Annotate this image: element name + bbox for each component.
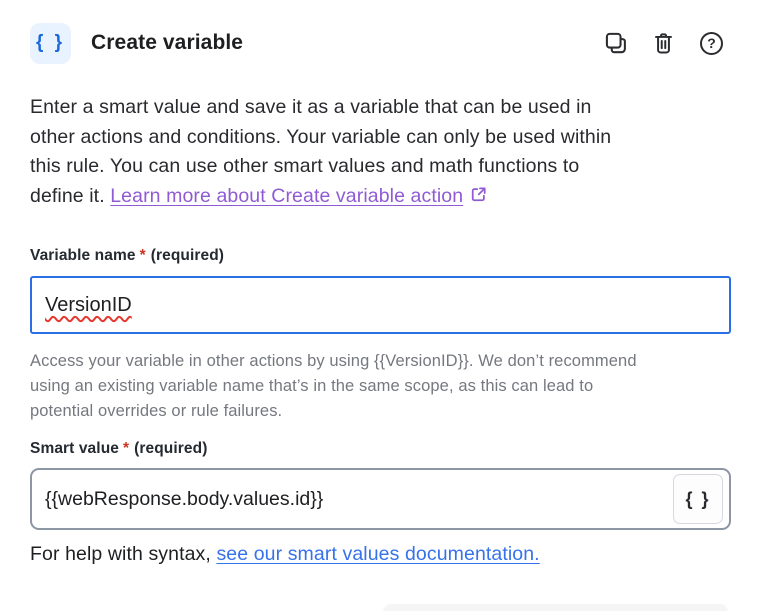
- help-button[interactable]: ?: [698, 30, 725, 57]
- delete-button[interactable]: [650, 30, 677, 57]
- smart-value-label: Smart value* (required): [30, 440, 207, 458]
- variable-name-label-text: Variable name: [30, 247, 136, 264]
- insert-smart-value-button[interactable]: { }: [673, 474, 723, 524]
- learn-more-link[interactable]: Learn more about Create variable action: [110, 185, 463, 207]
- page-title: Create variable: [91, 31, 243, 55]
- helper-line: Access your variable in other actions by…: [30, 349, 730, 374]
- description-text: Enter a smart value and save it as a var…: [30, 93, 742, 213]
- description-line-prefix: define it.: [30, 185, 110, 207]
- trash-icon: [651, 31, 676, 56]
- smart-value-label-text: Smart value: [30, 440, 119, 457]
- variable-name-label: Variable name* (required): [30, 247, 224, 265]
- cropped-bottom-element: [383, 604, 728, 611]
- syntax-help-text: For help with syntax, see our smart valu…: [30, 543, 540, 566]
- smart-values-docs-link[interactable]: see our smart values documentation.: [216, 543, 539, 565]
- required-asterisk: *: [140, 247, 146, 264]
- panel-header: { } Create variable: [30, 22, 725, 64]
- description-line: this rule. You can use other smart value…: [30, 152, 742, 182]
- helper-line: using an existing variable name that’s i…: [30, 374, 730, 399]
- syntax-help-prefix: For help with syntax,: [30, 543, 216, 565]
- description-line: Enter a smart value and save it as a var…: [30, 93, 742, 123]
- helper-line: potential overrides or rule failures.: [30, 399, 730, 424]
- smart-value-value: {{webResponse.body.values.id}}: [45, 488, 673, 511]
- required-hint: (required): [134, 440, 207, 457]
- braces-icon: { }: [685, 489, 710, 510]
- header-actions: ?: [602, 30, 725, 57]
- variable-name-value: VersionID: [45, 294, 132, 317]
- create-variable-panel: { } Create variable: [0, 0, 763, 611]
- required-hint: (required): [151, 247, 224, 264]
- description-line: other actions and conditions. Your varia…: [30, 123, 742, 153]
- required-asterisk: *: [123, 440, 129, 457]
- smart-value-input[interactable]: {{webResponse.body.values.id}} { }: [30, 468, 731, 530]
- external-link-icon: [469, 184, 488, 214]
- description-last-line: define it. Learn more about Create varia…: [30, 182, 742, 214]
- help-icon: ?: [700, 32, 723, 55]
- variable-name-helper-text: Access your variable in other actions by…: [30, 349, 730, 424]
- duplicate-icon: [603, 30, 629, 56]
- help-glyph: ?: [707, 35, 716, 51]
- variable-name-input[interactable]: VersionID: [30, 276, 731, 334]
- duplicate-button[interactable]: [602, 30, 629, 57]
- braces-glyph: { }: [36, 32, 65, 54]
- braces-badge-icon: { }: [30, 23, 71, 64]
